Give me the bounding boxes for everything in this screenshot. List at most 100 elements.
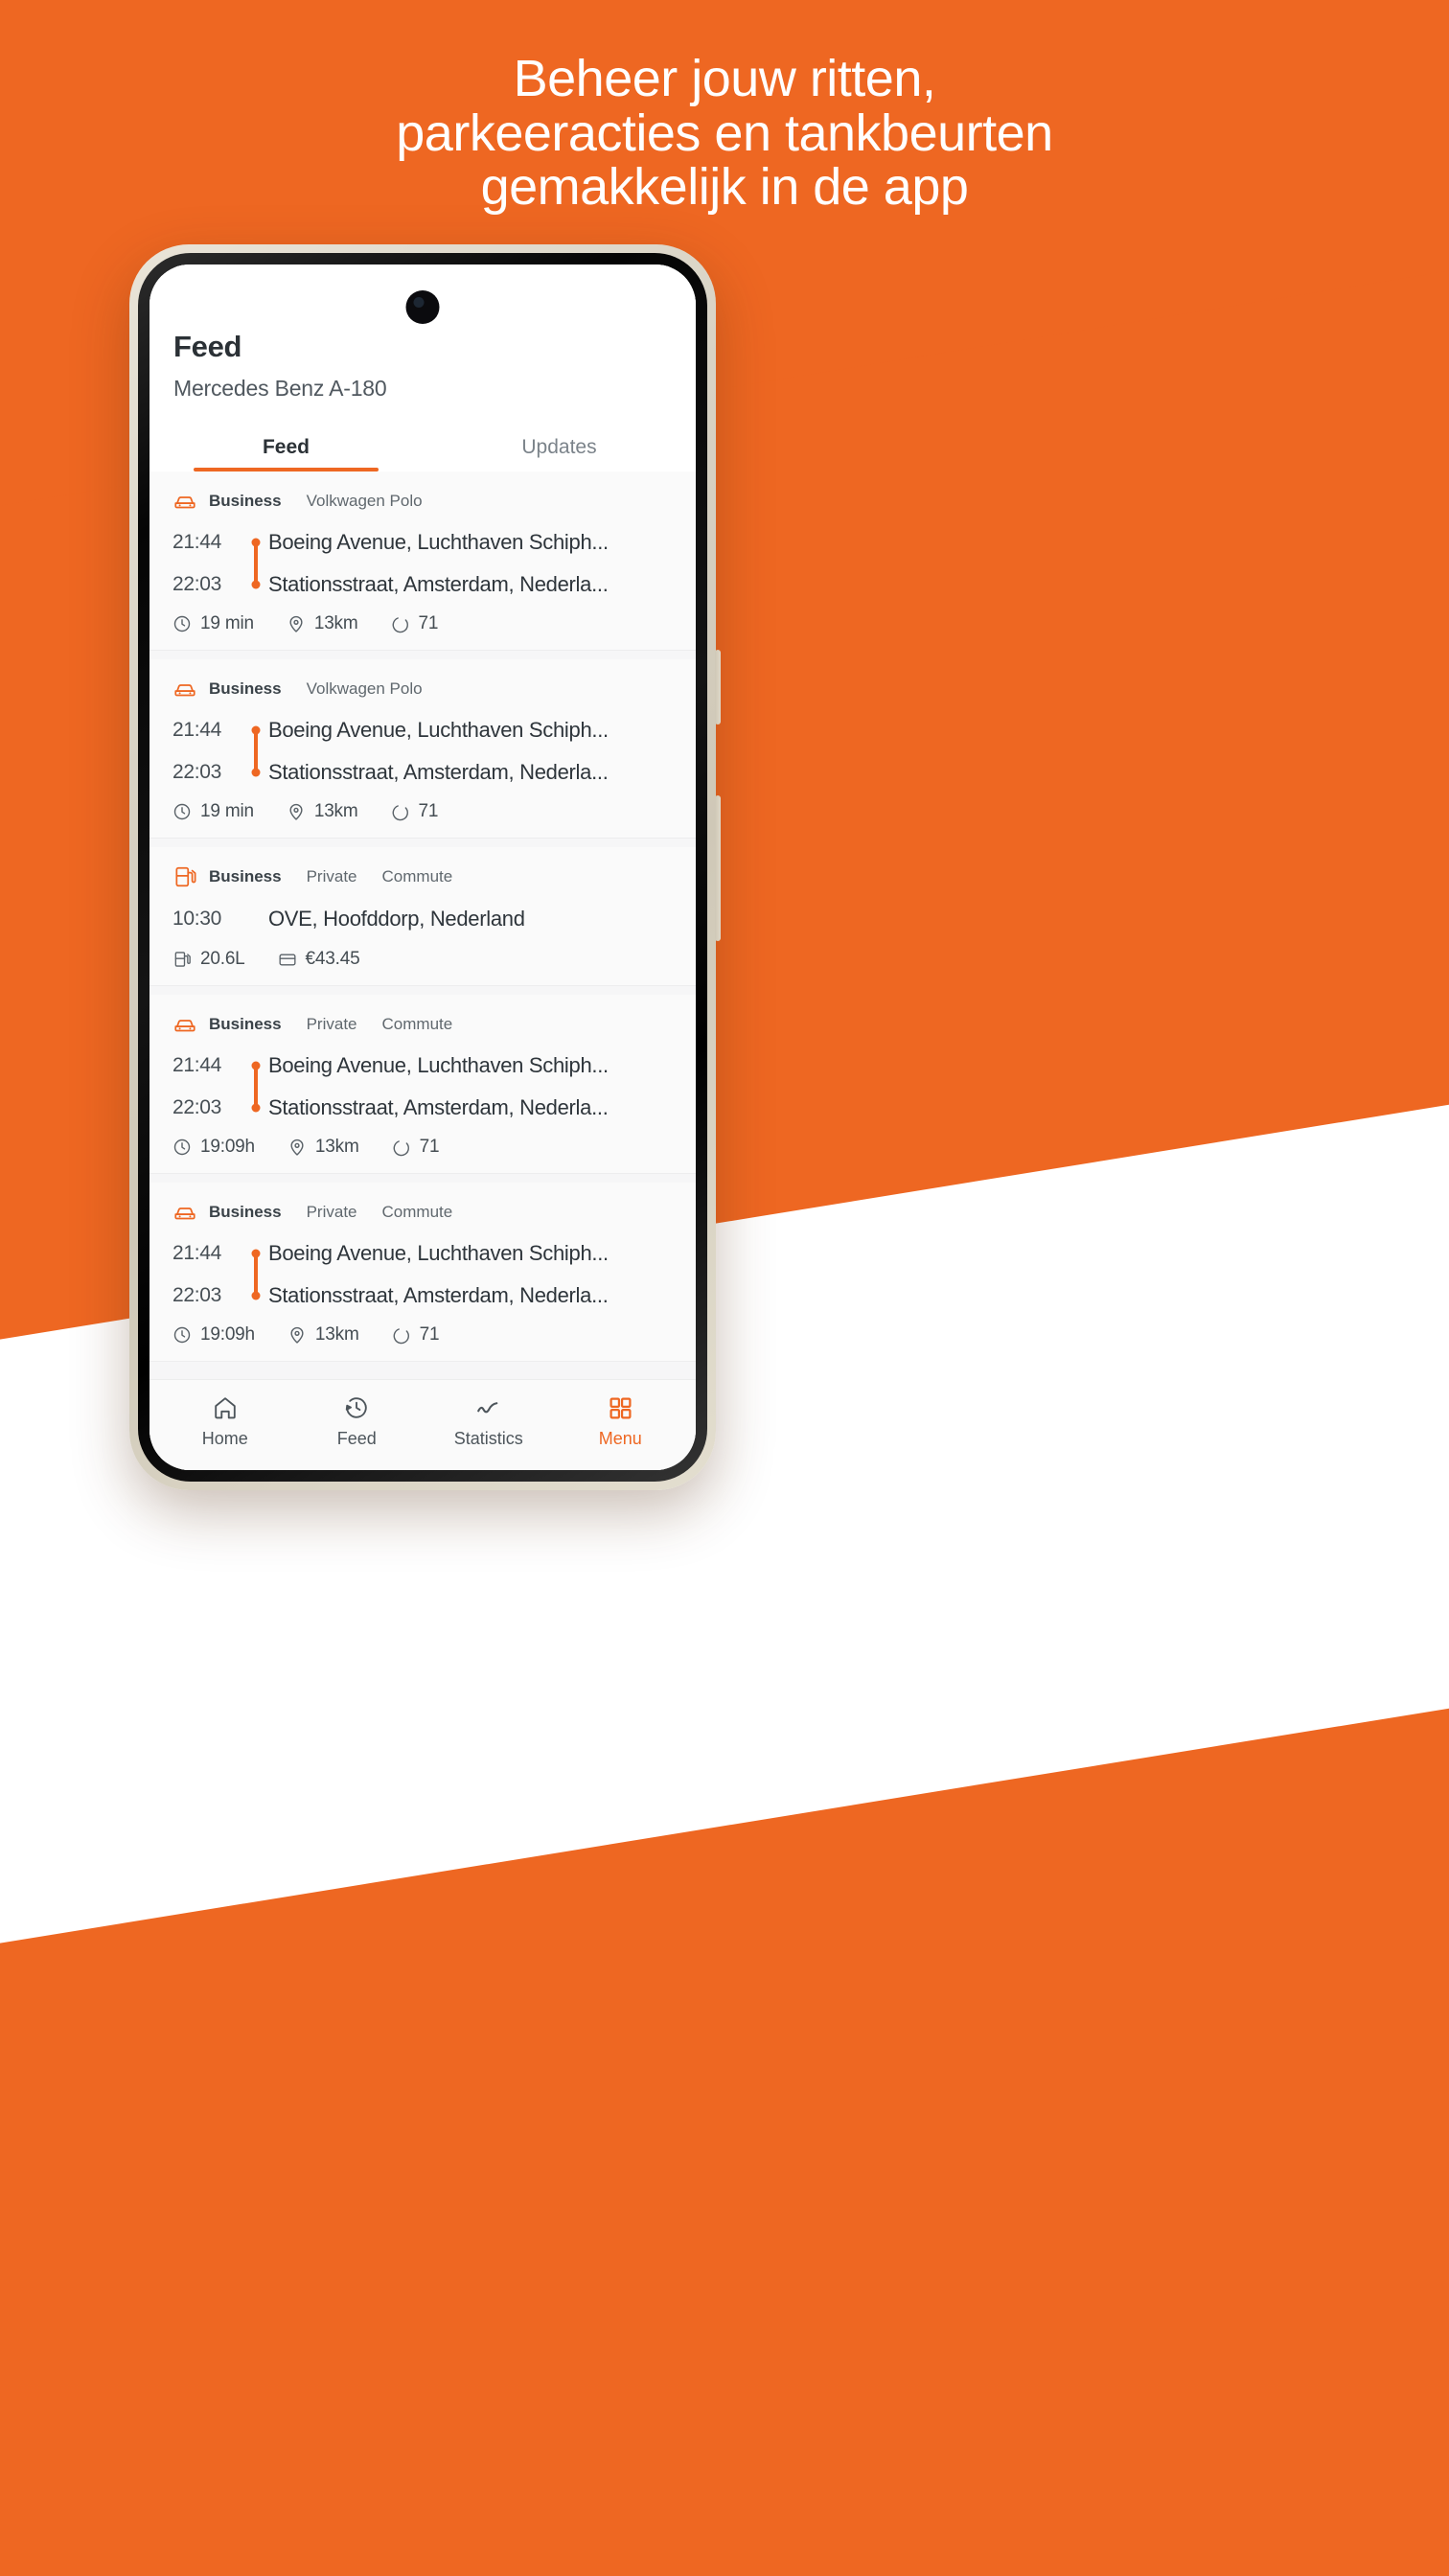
trip-end-time: 22:03 xyxy=(172,1284,222,1306)
card-stats: 19:09h 13km 71 xyxy=(172,1324,673,1346)
promo-screenshot: Beheer jouw ritten, parkeeracties en tan… xyxy=(0,0,1449,2576)
stat-value: 19 min xyxy=(200,801,254,821)
phone-screen: Feed Mercedes Benz A-180 Feed Updates Bus… xyxy=(150,264,696,1470)
fuel-entry-row: 10:30 OVE, Hoofddorp, Nederland xyxy=(172,897,673,941)
stat-value: 19:09h xyxy=(200,1137,255,1157)
card-stats: 19 min 13km 71 xyxy=(172,613,673,634)
stat-item: 71 xyxy=(391,801,439,822)
card-tag-row: Business Private Commute xyxy=(172,864,673,889)
trip-end-address: Stationsstraat, Amsterdam, Nederla... xyxy=(268,1283,609,1307)
tab-updates[interactable]: Updates xyxy=(423,425,696,472)
trip-start-time: 21:44 xyxy=(172,719,222,741)
trip-route: 21:44 Boeing Avenue, Luchthaven Schiph..… xyxy=(172,1232,673,1317)
card-tag: Business xyxy=(209,679,282,698)
card-tag-row: Business Volkwagen Polo xyxy=(172,677,673,702)
headline-line-1: Beheer jouw ritten, xyxy=(513,50,936,107)
gauge-icon xyxy=(391,802,410,821)
promo-headline: Beheer jouw ritten, parkeeracties en tan… xyxy=(0,52,1449,215)
gauge-icon xyxy=(391,614,410,633)
card-tag: Private xyxy=(306,1015,357,1033)
clock-icon xyxy=(172,1325,192,1345)
stat-value: 13km xyxy=(313,801,358,821)
front-camera-icon xyxy=(405,290,440,324)
trip-card[interactable]: Business Volkwagen Polo 21:44 Boeing Aven… xyxy=(150,472,696,651)
fuel-location: OVE, Hoofddorp, Nederland xyxy=(268,907,525,931)
stat-item: 71 xyxy=(391,613,439,634)
headline-line-2: parkeeracties en tankbeurten xyxy=(396,104,1053,162)
page-title: Feed xyxy=(173,330,242,363)
stat-value: 13km xyxy=(314,1137,359,1157)
trip-card[interactable]: Business Volkwagen Polo 21:44 Boeing Aven… xyxy=(150,659,696,839)
gauge-icon xyxy=(392,1325,411,1345)
nav-label: Home xyxy=(201,1429,248,1448)
stat-value: 71 xyxy=(418,801,439,821)
nav-item-feed[interactable]: Feed xyxy=(291,1393,424,1449)
nav-label: Statistics xyxy=(453,1429,523,1448)
card-tag-row: Business Private Commute xyxy=(172,1200,673,1225)
trip-start-address: Boeing Avenue, Luchthaven Schiph... xyxy=(268,1053,609,1077)
fuel-icon xyxy=(172,950,192,969)
stat-item: 71 xyxy=(392,1324,440,1346)
stat-item: 20.6L xyxy=(172,949,245,970)
stat-item: 13km xyxy=(288,1324,359,1346)
card-tag: Volkwagen Polo xyxy=(306,679,423,698)
history-clock-icon xyxy=(343,1393,370,1422)
pin-icon xyxy=(288,1138,307,1157)
vehicle-name: Mercedes Benz A-180 xyxy=(173,376,387,401)
car-icon xyxy=(172,489,197,514)
tab-bar: Feed Updates xyxy=(150,425,696,472)
card-tag: Business xyxy=(209,1015,282,1033)
trip-start-address: Boeing Avenue, Luchthaven Schiph... xyxy=(268,530,609,554)
stat-value: 19:09h xyxy=(200,1324,255,1345)
trip-end-row: 22:03 Stationsstraat, Amsterdam, Nederla… xyxy=(172,1087,673,1129)
phone-power-button[interactable] xyxy=(715,795,721,941)
trip-start-row: 21:44 Boeing Avenue, Luchthaven Schiph..… xyxy=(172,1045,673,1087)
trip-end-row: 22:03 Stationsstraat, Amsterdam, Nederla… xyxy=(172,751,673,794)
card-tag: Commute xyxy=(381,1015,453,1033)
nav-item-home[interactable]: Home xyxy=(159,1393,291,1449)
route-line xyxy=(254,1066,258,1108)
card-tag: Commute xyxy=(381,867,453,886)
stat-value: 71 xyxy=(418,613,439,633)
phone-volume-button[interactable] xyxy=(715,650,721,724)
line-chart-icon xyxy=(474,1393,503,1422)
card-stats: 19 min 13km 71 xyxy=(172,801,673,822)
trip-route: 21:44 Boeing Avenue, Luchthaven Schiph..… xyxy=(172,1045,673,1129)
stat-value: 20.6L xyxy=(200,949,245,969)
phone-mockup: Feed Mercedes Benz A-180 Feed Updates Bus… xyxy=(129,244,721,1490)
card-tag: Commute xyxy=(381,1203,453,1221)
car-icon xyxy=(172,677,197,702)
nav-label: Menu xyxy=(598,1429,642,1448)
fuel-card[interactable]: Business Private Commute 10:30 OVE, Hoofdd… xyxy=(150,847,696,986)
card-tag: Business xyxy=(209,1203,282,1221)
card-tag-row: Business Private Commute xyxy=(172,1012,673,1037)
clock-icon xyxy=(172,1138,192,1157)
route-line xyxy=(254,542,258,585)
tab-feed[interactable]: Feed xyxy=(150,425,423,472)
stat-item: 13km xyxy=(287,613,358,634)
trip-card[interactable]: Business Private Commute 21:44 Boeing Aven… xyxy=(150,995,696,1174)
car-icon xyxy=(172,1200,197,1225)
card-stats: 19:09h 13km 71 xyxy=(172,1137,673,1158)
stat-item: €43.45 xyxy=(278,949,360,970)
nav-item-statistics[interactable]: Statistics xyxy=(423,1393,555,1449)
fuel-time: 10:30 xyxy=(172,908,222,930)
card-tag: Business xyxy=(209,492,282,510)
card-tag: Private xyxy=(306,1203,357,1221)
trip-end-address: Stationsstraat, Amsterdam, Nederla... xyxy=(268,572,609,596)
stat-value: 71 xyxy=(419,1324,440,1345)
nav-item-menu[interactable]: Menu xyxy=(555,1393,687,1449)
feed-list[interactable]: Business Volkwagen Polo 21:44 Boeing Aven… xyxy=(150,472,696,1379)
route-line xyxy=(254,1254,258,1296)
stat-item: 71 xyxy=(392,1137,440,1158)
trip-card[interactable]: Business Private Commute 21:44 Boeing Aven… xyxy=(150,1183,696,1362)
trip-end-time: 22:03 xyxy=(172,1096,222,1118)
bottom-navigation: Home Feed Statistics Menu xyxy=(150,1379,696,1470)
nav-label: Feed xyxy=(336,1429,377,1448)
trip-start-row: 21:44 Boeing Avenue, Luchthaven Schiph..… xyxy=(172,1232,673,1275)
trip-end-address: Stationsstraat, Amsterdam, Nederla... xyxy=(268,760,609,784)
stat-item: 19 min xyxy=(172,801,254,822)
gauge-icon xyxy=(392,1138,411,1157)
trip-end-time: 22:03 xyxy=(172,761,222,783)
stat-value: €43.45 xyxy=(305,949,360,969)
